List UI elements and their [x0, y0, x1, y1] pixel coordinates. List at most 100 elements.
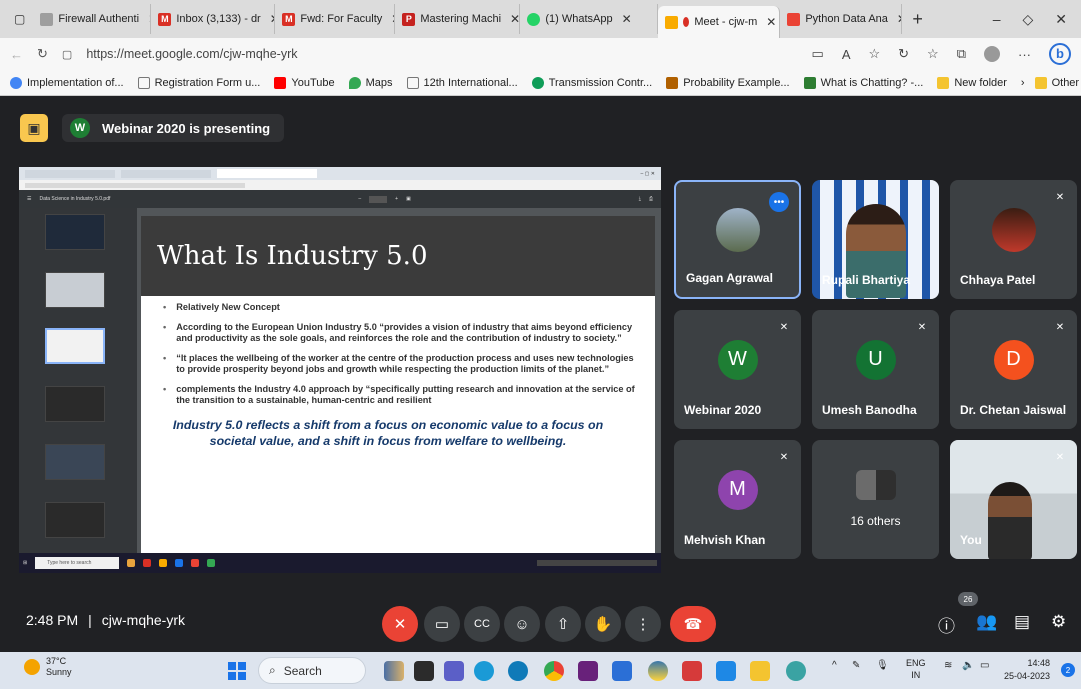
close-window-icon[interactable]: ✕ [1055, 11, 1067, 28]
chevron-right-icon[interactable]: › [1021, 77, 1025, 89]
tab-inbox[interactable]: M Inbox (3,133) - dr ✕ [151, 4, 276, 34]
more-menu-icon[interactable]: ··· [1018, 47, 1031, 62]
url-field[interactable]: https://meet.google.com/cjw-mqhe-yrk [86, 47, 297, 61]
participant-tile[interactable]: D ✕ Dr. Chetan Jaiswal [950, 310, 1077, 429]
close-icon[interactable]: ✕ [510, 12, 519, 26]
file-explorer-icon[interactable] [750, 661, 770, 681]
notification-badge[interactable]: 2 [1061, 663, 1075, 677]
bookmark-item[interactable]: Implementation of... [10, 76, 124, 89]
raise-hand-button[interactable]: ✋ [585, 606, 621, 642]
teams-icon[interactable] [444, 661, 464, 681]
chat-icon[interactable]: ▤ [1014, 612, 1030, 632]
reactions-button[interactable]: ☺ [504, 606, 540, 642]
camera-indicator-icon[interactable]: ▭ [812, 46, 824, 62]
collections-icon[interactable]: ⧉ [957, 46, 966, 62]
favorite-star-icon[interactable]: ☆ [868, 46, 880, 62]
tab-actions-icon[interactable]: ▢ [6, 12, 33, 26]
wifi-icon[interactable]: ≋ [944, 660, 952, 671]
close-icon[interactable]: ✕ [766, 15, 776, 29]
start-icon[interactable] [228, 662, 246, 680]
other-favorites[interactable]: Other favorites [1034, 76, 1081, 89]
present-button[interactable]: ⇧ [545, 606, 581, 642]
refresh-icon[interactable]: ↻ [37, 46, 48, 62]
meeting-info-icon[interactable]: ⓘ [938, 612, 955, 637]
python-icon[interactable] [648, 661, 668, 681]
camera-toggle-button[interactable]: ▭ [424, 606, 460, 642]
people-icon[interactable]: 👥 [976, 612, 997, 632]
shared-screen[interactable]: – ▢ ✕ ☰ Data Science in Industry 5.0.pdf… [19, 167, 661, 573]
tab-meet[interactable]: Meet - cjw-m ✕ [658, 6, 781, 38]
clock-time: 14:48 [1027, 658, 1051, 668]
pdf-menu-icon: ☰ [27, 196, 32, 202]
participant-avatar: W [717, 339, 758, 380]
bookmark-item[interactable]: Transmission Contr... [531, 76, 652, 89]
visual-studio-icon[interactable] [578, 661, 598, 681]
bookmark-item[interactable]: What is Chatting? -... [803, 76, 923, 89]
taskbar-search[interactable]: ⌕ Search [258, 657, 366, 684]
self-tile[interactable]: ✕ You [950, 440, 1077, 559]
close-icon[interactable]: ✕ [622, 12, 632, 26]
tab-python[interactable]: Python Data Ana ✕ [780, 4, 903, 34]
end-call-button[interactable]: ☎ [670, 606, 716, 642]
page-thumbnail-selected [45, 328, 105, 364]
tab-firewall[interactable]: Firewall Authenti ✕ [33, 4, 152, 34]
participant-tile[interactable]: M ✕ Mehvish Khan [674, 440, 801, 559]
bookmark-item[interactable]: YouTube [274, 76, 335, 89]
tab-whatsapp[interactable]: (1) WhatsApp ✕ [520, 4, 659, 34]
weather-condition: Sunny [46, 667, 72, 677]
tab-fwd-faculty[interactable]: M Fwd: For Faculty ✕ [275, 4, 396, 34]
presentation-icon[interactable]: ▣ [20, 114, 48, 142]
participant-tile[interactable]: Rupali Bhartiya [812, 180, 939, 299]
meeting-controls: 2:48 PM | cjw-mqhe-yrk ✕ ▭ CC ☺ ⇧ ✋ ⋮ ☎ … [0, 592, 1081, 652]
tab-mastering[interactable]: P Mastering Machi ✕ [395, 4, 521, 34]
lock-icon[interactable]: ▢ [62, 48, 72, 61]
activities-icon[interactable]: ⚙ [1051, 612, 1066, 632]
store-icon[interactable] [612, 661, 632, 681]
tray-mic-icon[interactable]: 🎙 [876, 660, 889, 671]
task-view-icon[interactable] [414, 661, 434, 681]
app-blue-icon[interactable] [716, 661, 736, 681]
new-tab-button[interactable]: + [902, 9, 933, 30]
captions-button[interactable]: CC [464, 606, 500, 642]
back-icon[interactable]: ← [10, 47, 23, 62]
edge-active-icon[interactable] [508, 661, 528, 681]
participant-tile[interactable]: W ✕ Webinar 2020 [674, 310, 801, 429]
system-clock[interactable]: 14:48 25-04-2023 [1004, 657, 1050, 683]
widgets-icon[interactable] [384, 661, 404, 681]
tray-app-icon[interactable]: ✎ [852, 660, 860, 671]
bookmark-item[interactable]: Registration Form u... [137, 76, 260, 89]
bookmark-label: 12th International... [423, 76, 518, 89]
tray-chevron-icon[interactable]: ^ [832, 660, 837, 671]
chrome-icon[interactable] [544, 661, 564, 681]
others-tile[interactable]: 16 others [812, 440, 939, 559]
slide-content: • Relatively New Concept • According to th… [141, 296, 655, 449]
minimize-icon[interactable]: – [993, 11, 1001, 28]
language-indicator[interactable]: ENG IN [906, 657, 926, 681]
battery-icon[interactable]: ▭ [980, 660, 989, 671]
restore-icon[interactable]: ◇ [1022, 11, 1033, 28]
shared-search-box: Type here to search [35, 557, 120, 569]
bookmark-item[interactable]: Maps [348, 76, 393, 89]
edge-icon[interactable] [474, 661, 494, 681]
temperature: 37°C [46, 656, 67, 666]
region-code: IN [911, 670, 921, 680]
bing-icon[interactable]: b [1049, 43, 1071, 65]
app-red-icon[interactable] [682, 661, 702, 681]
more-options-button[interactable]: ⋮ [625, 606, 661, 642]
favorites-icon[interactable]: ☆ [927, 46, 939, 62]
refresh-extension-icon[interactable]: ↻ [898, 46, 909, 62]
participant-tile[interactable]: ••• Gagan Agrawal [674, 180, 801, 299]
weather-widget[interactable]: 37°C Sunny [24, 656, 72, 678]
participant-tile[interactable]: ✕ Chhaya Patel [950, 180, 1077, 299]
tab-label: (1) WhatsApp [545, 13, 613, 25]
bookmark-item[interactable]: 12th International... [406, 76, 518, 89]
read-aloud-icon[interactable]: A [842, 47, 851, 62]
bookmark-item[interactable]: New folder [937, 76, 1007, 89]
volume-icon[interactable]: 🔈 [962, 660, 974, 671]
participant-tile[interactable]: U ✕ Umesh Banodha [812, 310, 939, 429]
mic-toggle-button[interactable]: ✕ [382, 606, 418, 642]
profile-avatar[interactable] [984, 46, 1000, 62]
bookmark-item[interactable]: Probability Example... [666, 76, 790, 89]
app-globe-icon[interactable] [786, 661, 806, 681]
more-options-icon[interactable]: ••• [769, 192, 789, 212]
